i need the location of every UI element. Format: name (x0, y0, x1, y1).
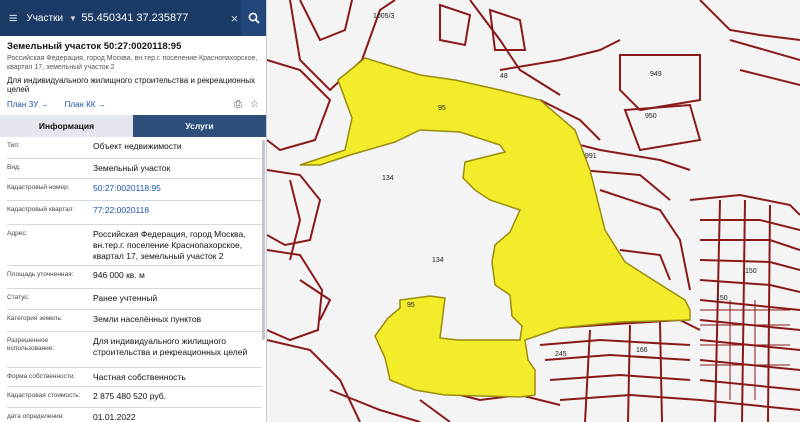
search-icon (248, 12, 260, 24)
info-value: Ранее учтенный (93, 293, 158, 303)
header-actions: ⎙ ☆ (234, 99, 259, 110)
map-label: 150 (716, 295, 728, 302)
info-key: Тип: (7, 142, 20, 149)
info-key: Категория земель: (7, 315, 63, 322)
map-label: 991 (585, 153, 597, 160)
info-key: Кадастровая стоимость: (7, 392, 81, 399)
info-key: Адрес: (7, 230, 28, 237)
map-label: 949 (650, 71, 662, 78)
layer-select[interactable]: Участки ▼ (26, 13, 77, 24)
info-row-cadastral-number: Кадастровый номер: 50:27:0020118:95 (7, 179, 262, 201)
cadastral-quarter-link[interactable]: 77:22:0020118 (93, 201, 262, 224)
map-label: 166 (636, 347, 648, 354)
parcel-header: Земельный участок 50:27:0020118:95 Росси… (0, 36, 266, 111)
info-key: Разрешенное использование: (7, 337, 55, 352)
chevron-down-icon: ▼ (69, 13, 77, 23)
info-key: Статус: (7, 294, 30, 301)
info-row-kind: Вид: Земельный участок (7, 159, 262, 179)
search-button[interactable] (241, 0, 266, 36)
info-value: Российская Федерация, город Москва, вн.т… (93, 229, 246, 261)
info-value: Земельный участок (93, 163, 171, 173)
info-key: Кадастровый квартал: (7, 206, 75, 213)
parcel-purpose: Для индивидуального жилищного строительс… (7, 76, 255, 94)
map-label: 245 (555, 351, 567, 358)
info-table: Тип: Объект недвижимости Вид: Земельный … (0, 137, 266, 422)
map-label: 134 (432, 257, 444, 264)
info-row-cadastral-value: Кадастровая стоимость: 2 875 480 520 руб… (7, 387, 262, 408)
info-key: Площадь уточненная: (7, 271, 74, 278)
layer-select-label: Участки (26, 12, 64, 24)
star-icon[interactable]: ☆ (250, 99, 259, 110)
info-value: Объект недвижимости (93, 141, 182, 151)
info-row-address: Адрес: Российская Федерация, город Москв… (7, 225, 262, 266)
info-key: дата определения: (7, 413, 64, 420)
info-key: Форма собственности: (7, 373, 76, 380)
info-value: 01.01.2022 (93, 412, 136, 422)
cadastral-number-link[interactable]: 50:27:0020118:95 (93, 179, 262, 200)
tab-info[interactable]: Информация (0, 115, 133, 137)
map-label: 950 (645, 113, 657, 120)
map-label: 95 (438, 105, 446, 112)
info-key: Кадастровый номер: (7, 184, 70, 191)
info-row-cadastral-quarter: Кадастровый квартал: 77:22:0020118 (7, 201, 262, 225)
info-row-valuation-date: дата определения: 01.01.2022 (7, 408, 262, 422)
map-label: 134 (382, 175, 394, 182)
info-row-permitted-use: Разрешенное использование: Для индивидуа… (7, 332, 262, 368)
info-value: Для индивидуального жилищного строительс… (93, 336, 248, 357)
info-row-status: Статус: Ранее учтенный (7, 289, 262, 310)
info-key: Вид: (7, 164, 21, 171)
info-value: Земли населённых пунктов (93, 314, 202, 324)
info-row-area: Площадь уточненная: 946 000 кв. м (7, 266, 262, 289)
plan-links: План ЗУ → План КК → ⎙ ☆ (7, 97, 259, 111)
search-bar: ≡ Участки ▼ × (0, 0, 266, 36)
map-label: 95 (407, 302, 415, 309)
map-label: 150 (745, 268, 757, 275)
print-icon[interactable]: ⎙ (234, 99, 242, 110)
info-row-land-category: Категория земель: Земли населённых пункт… (7, 310, 262, 332)
info-panel: ≡ Участки ▼ × Земельный участок 50:27:00… (0, 0, 267, 422)
plan-zu-link[interactable]: План ЗУ → (7, 100, 49, 109)
map-label: 1005/3 (373, 13, 395, 20)
info-value: 2 875 480 520 руб. (93, 391, 166, 401)
menu-icon[interactable]: ≡ (0, 0, 26, 36)
info-value: Частная собственность (93, 372, 186, 382)
map-label: 48 (500, 73, 508, 80)
info-value: 946 000 кв. м (93, 270, 145, 280)
parcel-address: Российская Федерация, город Москва, вн.т… (7, 55, 258, 71)
search-input[interactable] (77, 5, 228, 31)
info-row-ownership: Форма собственности: Частная собственнос… (7, 368, 262, 387)
tabs: Информация Услуги (0, 115, 266, 137)
scrollbar[interactable] (262, 140, 265, 340)
tab-services[interactable]: Услуги (133, 115, 266, 137)
plan-kk-link[interactable]: План КК → (65, 100, 106, 109)
close-icon[interactable]: × (227, 11, 241, 26)
parcel-title: Земельный участок 50:27:0020118:95 (7, 41, 182, 52)
info-row-type: Тип: Объект недвижимости (7, 137, 262, 159)
